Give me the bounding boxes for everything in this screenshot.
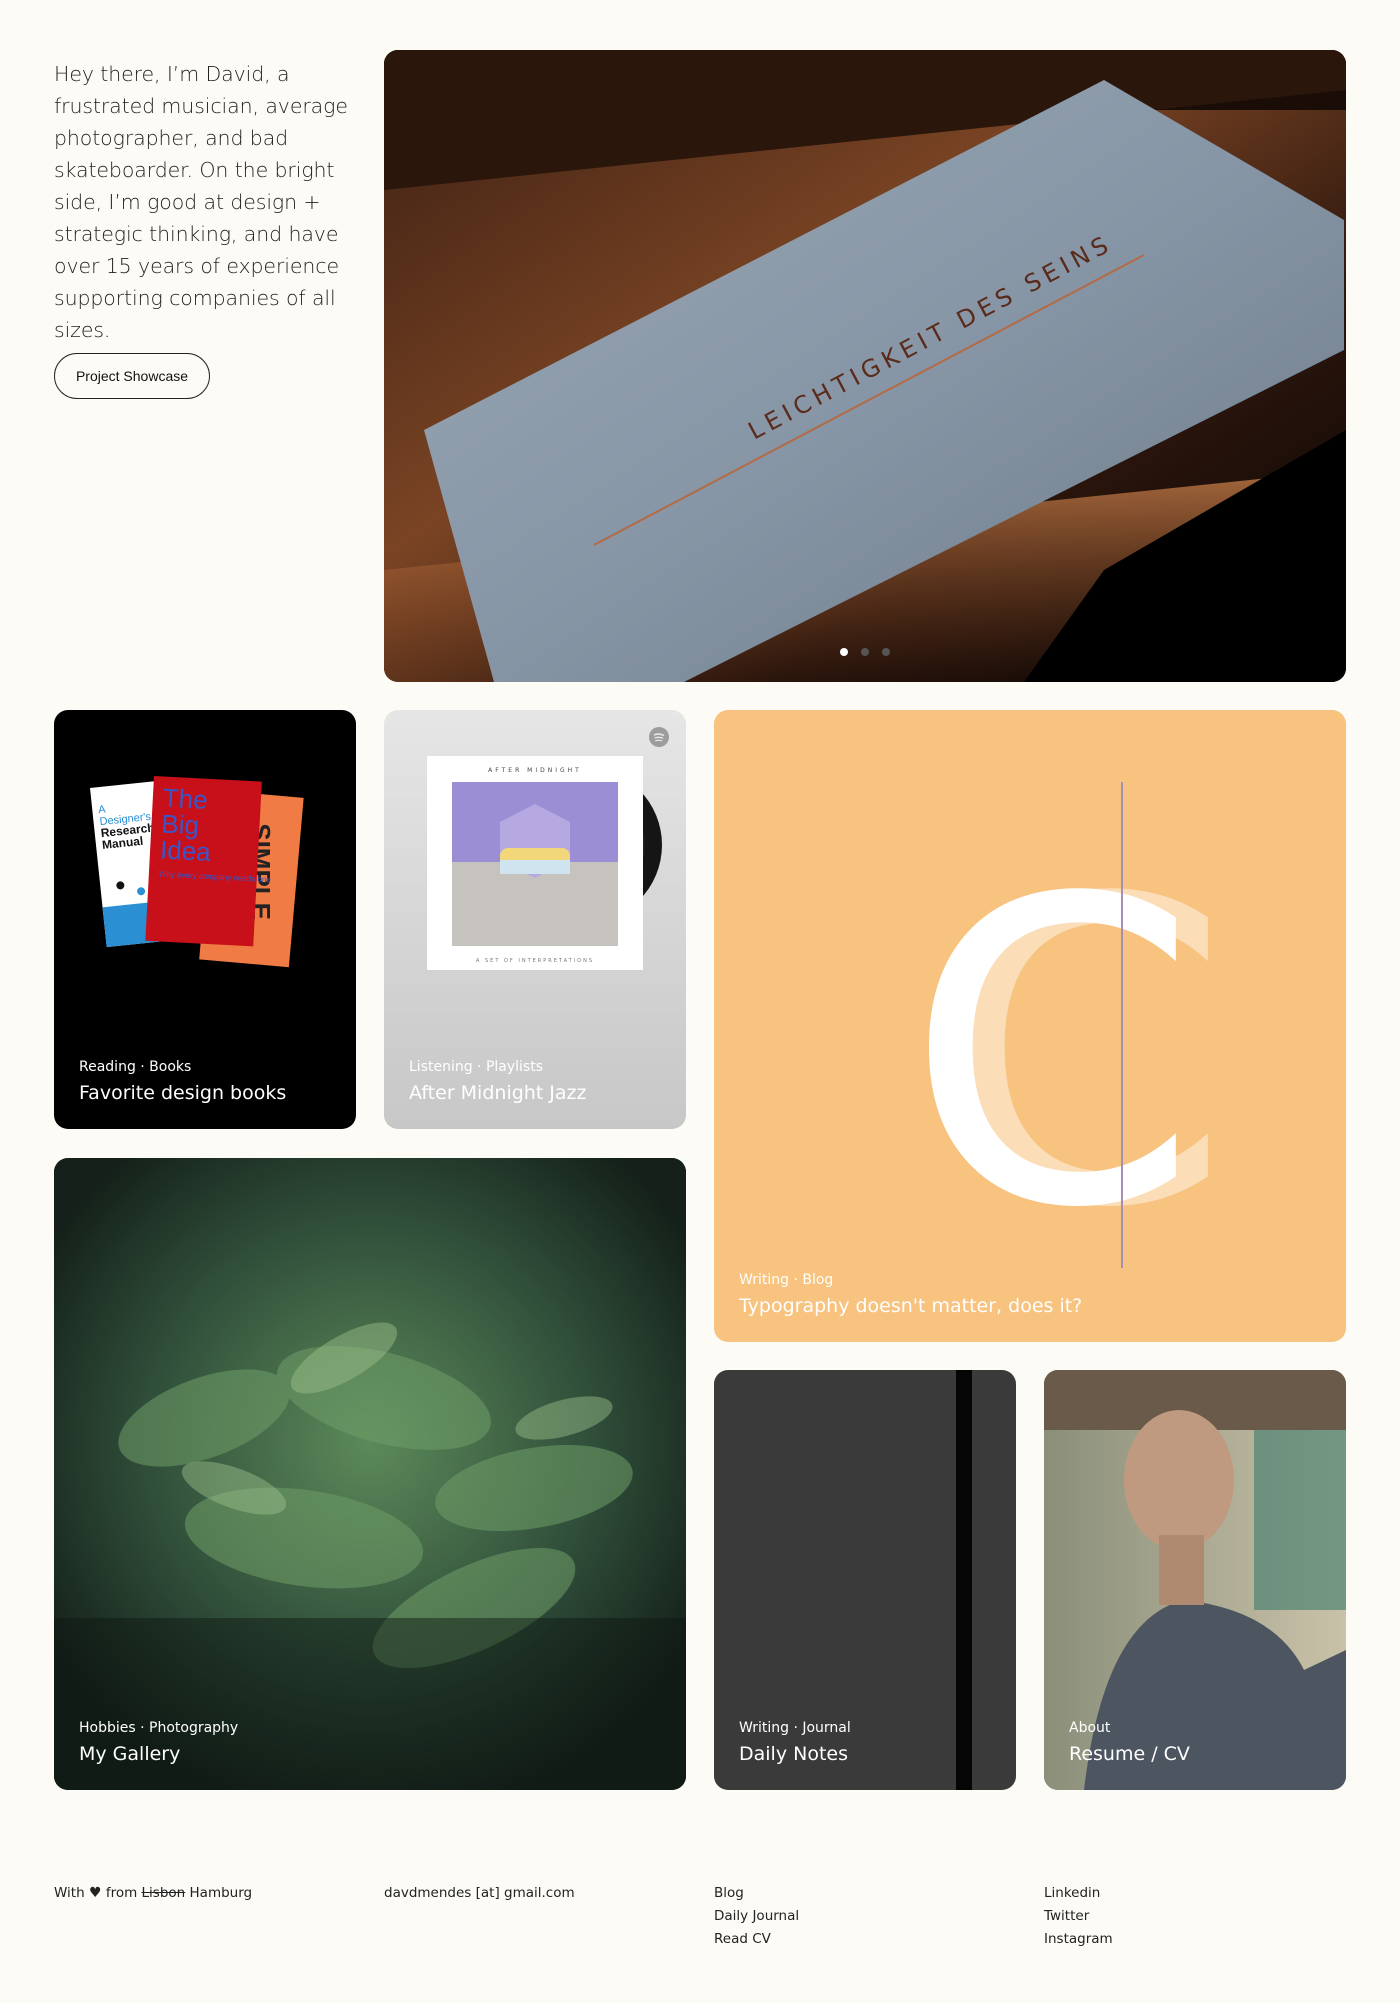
- footer-link-daily-journal[interactable]: Daily Journal: [714, 1905, 799, 1928]
- card-title: Daily Notes: [739, 1743, 848, 1765]
- card-kicker: About: [1069, 1720, 1111, 1736]
- hero-photo: LEICHTIGKEIT DES SEINS: [384, 50, 1346, 682]
- album-bottom-text: A SET OF INTERPRETATIONS: [476, 958, 594, 964]
- footer-link-linkedin[interactable]: Linkedin: [1044, 1882, 1113, 1905]
- album-top-text: AFTER MIDNIGHT: [488, 767, 582, 774]
- card-daily-notes[interactable]: Writing · Journal Daily Notes: [714, 1370, 1016, 1790]
- card-title: Favorite design books: [79, 1082, 287, 1104]
- card-title: Typography doesn't matter, does it?: [739, 1295, 1083, 1317]
- footer-credit: With ♥ from Lisbon Hamburg: [54, 1882, 252, 1905]
- footer-link-read-cv[interactable]: Read CV: [714, 1928, 799, 1951]
- footer-link-instagram[interactable]: Instagram: [1044, 1928, 1113, 1951]
- card-kicker: Writing · Journal: [739, 1720, 851, 1736]
- footer-link-blog[interactable]: Blog: [714, 1882, 799, 1905]
- project-showcase-button[interactable]: Project Showcase: [54, 353, 210, 399]
- card-kicker: Listening · Playlists: [409, 1059, 544, 1075]
- books-illustration: SIMPLE A Designer's Research Manual The …: [90, 776, 304, 968]
- footer-from: from: [105, 1885, 138, 1901]
- card-favorite-design-books[interactable]: SIMPLE A Designer's Research Manual The …: [54, 710, 356, 1129]
- card-after-midnight-jazz[interactable]: AFTER MIDNIGHT A SET OF INTERPRETATIONS …: [384, 710, 686, 1129]
- album-illustration: AFTER MIDNIGHT A SET OF INTERPRETATIONS: [427, 756, 662, 970]
- footer-city: Hamburg: [189, 1885, 253, 1901]
- footer-links-social: Linkedin Twitter Instagram: [1044, 1882, 1113, 1951]
- card-kicker: Hobbies · Photography: [79, 1720, 239, 1736]
- card-title: Resume / CV: [1069, 1743, 1190, 1765]
- spotify-icon: [649, 727, 669, 747]
- carousel-dot-3[interactable]: [882, 648, 890, 656]
- gallery-photo: [54, 1158, 686, 1790]
- card-title: My Gallery: [79, 1743, 181, 1765]
- carousel-dot-2[interactable]: [861, 648, 869, 656]
- carousel-dots: [384, 648, 1346, 656]
- intro-text: Hey there, I’m David, a frustrated music…: [54, 62, 348, 342]
- carousel-dot-1[interactable]: [840, 648, 848, 656]
- footer-link-twitter[interactable]: Twitter: [1044, 1905, 1113, 1928]
- notebook-band: [956, 1370, 972, 1790]
- typography-illustration: C C: [905, 782, 1231, 1300]
- footer-links-site: Blog Daily Journal Read CV: [714, 1882, 799, 1951]
- glyph-main: C: [905, 811, 1198, 1300]
- footer-struck-city: Lisbon: [141, 1885, 186, 1901]
- footer-email: davdmendes [at] gmail.com: [384, 1885, 575, 1901]
- card-kicker: Writing · Blog: [739, 1272, 834, 1288]
- card-resume-cv[interactable]: About Resume / CV: [1044, 1370, 1346, 1790]
- book-bigidea-line3: Idea: [159, 834, 212, 867]
- heart-icon: ♥: [88, 1885, 102, 1901]
- card-title: After Midnight Jazz: [409, 1082, 587, 1104]
- card-my-gallery[interactable]: Hobbies · Photography My Gallery: [54, 1158, 686, 1790]
- footer-with: With: [54, 1885, 85, 1901]
- card-typography-blog[interactable]: C C Writing · Blog Typography doesn't ma…: [714, 710, 1346, 1342]
- hero-carousel[interactable]: LEICHTIGKEIT DES SEINS: [384, 50, 1346, 682]
- card-kicker: Reading · Books: [79, 1059, 192, 1075]
